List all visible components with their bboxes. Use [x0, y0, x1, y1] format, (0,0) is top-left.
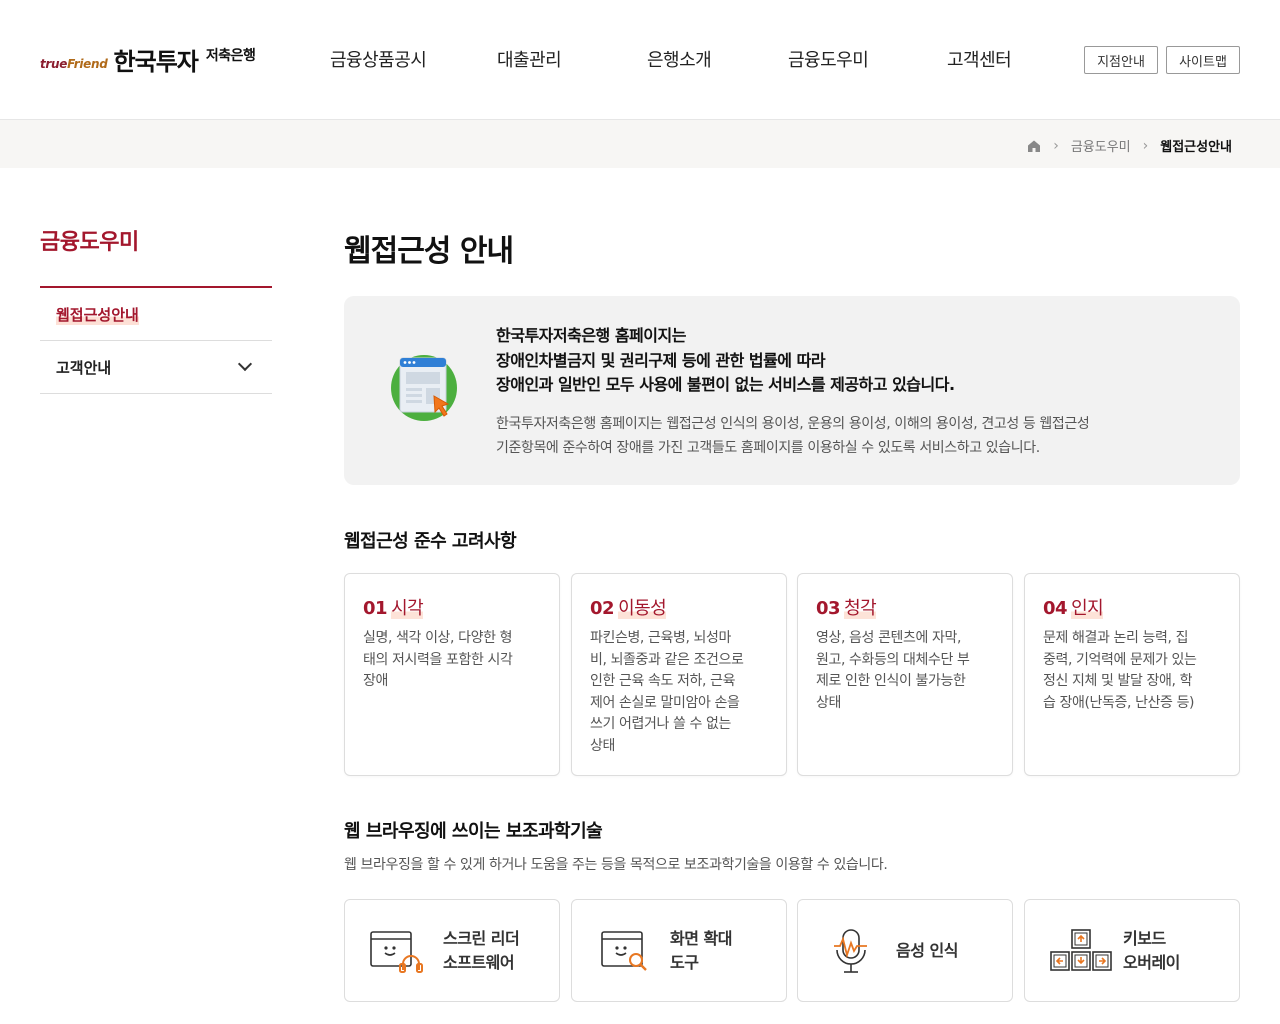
- assistive-item-label: 키보드 오버레이: [1123, 927, 1180, 975]
- logo-sub: 저축은행: [205, 48, 256, 64]
- card-title: 03 청각: [816, 594, 877, 620]
- branch-button[interactable]: 지점안내: [1084, 46, 1158, 74]
- intro-panel: 한국투자저축은행 홈페이지는 장애인차별금지 및 권리구제 등에 관한 법률에 …: [344, 296, 1240, 485]
- sidebar-item-label: 고객안내: [56, 358, 112, 377]
- consideration-card-visual: 01 시각 실명, 색각 이상, 다양한 형 태의 저시력을 포함한 시각 장애: [344, 573, 560, 776]
- sitemap-button[interactable]: 사이트맵: [1166, 46, 1240, 74]
- card-line: 제로 인한 인식이 불가능한: [816, 673, 966, 689]
- card-description: 파킨슨병, 근육병, 뇌성마 비, 뇌졸중과 같은 조건으로 인한 근육 속도 …: [590, 628, 772, 757]
- gnb-item-support[interactable]: 고객센터: [947, 46, 1012, 72]
- label-line: 음성 인식: [896, 941, 958, 960]
- gnb-item-products[interactable]: 금융상품공시: [330, 46, 427, 72]
- card-line: 인한 근육 속도 저하, 근육: [590, 673, 736, 689]
- sidebar-nav: 웹접근성안내 고객안내: [40, 286, 272, 394]
- page-title: 웹접근성 안내: [344, 234, 514, 269]
- label-line: 도구: [670, 953, 699, 972]
- card-line: 상태: [816, 694, 841, 711]
- card-number: 04: [1043, 598, 1068, 619]
- assistive-tech-title: 웹 브라우징에 쓰이는 보조과학기술: [344, 821, 603, 842]
- assistive-item-keyboard-overlay: 키보드 오버레이: [1024, 899, 1240, 1002]
- site-logo[interactable]: trueFriend 한국투자 저축은행: [40, 42, 256, 77]
- chevron-right-icon: ›: [1053, 137, 1059, 154]
- intro-description: 한국투자저축은행 홈페이지는 웹접근성 인식의 용이성, 운용의 용이성, 이해…: [496, 412, 1216, 460]
- chevron-right-icon: ›: [1142, 137, 1149, 154]
- card-line: 비, 뇌졸중과 같은 조건으로: [590, 651, 744, 668]
- card-title: 01 시각: [363, 594, 424, 620]
- intro-desc-line: 기준항목에 준수하여 장애를 가진 고객들도 홈페이지를 이용하실 수 있도록 …: [496, 440, 1040, 456]
- sidebar-item-label: 웹접근성안내: [56, 303, 139, 325]
- intro-lead-line: 장애인과 일반인 모두 사용에 불편이 없는 서비스를 제공하고 있습니다.: [496, 375, 955, 394]
- card-line: 습 장애(난독증, 난산증 등): [1043, 694, 1195, 711]
- card-line: 쓰기 어렵거나 쓸 수 없는: [590, 716, 732, 732]
- assistive-item-screen-reader: 스크린 리더 소프트웨어: [344, 899, 560, 1002]
- gnb-item-loans[interactable]: 대출관리: [497, 46, 562, 72]
- card-line: 장애: [363, 673, 388, 689]
- gnb-item-about[interactable]: 은행소개: [647, 46, 712, 72]
- card-line: 중력, 기억력에 문제가 있는: [1043, 651, 1197, 668]
- label-line: 키보드: [1123, 929, 1166, 948]
- card-label: 시각: [391, 598, 424, 619]
- label-line: 오버레이: [1123, 953, 1180, 972]
- card-number: 03: [816, 598, 841, 619]
- consideration-card-cognitive: 04 인지 문제 해결과 논리 능력, 집 중력, 기억력에 문제가 있는 정신 …: [1024, 573, 1240, 776]
- card-label: 청각: [844, 598, 877, 619]
- card-line: 정신 지체 및 발달 장애, 학: [1043, 673, 1193, 689]
- consideration-card-hearing: 03 청각 영상, 음성 콘텐츠에 자막, 원고, 수화등의 대체수단 부 제로 …: [797, 573, 1013, 776]
- card-line: 원고, 수화등의 대체수단 부: [816, 651, 970, 668]
- gnb-item-helper[interactable]: 금융도우미: [788, 46, 869, 72]
- microphone-icon: [822, 928, 880, 976]
- card-label: 인지: [1071, 598, 1104, 619]
- card-line: 제어 손실로 말미암아 손을: [590, 694, 740, 711]
- assistive-item-label: 화면 확대 도구: [670, 927, 732, 975]
- site-header: trueFriend 한국투자 저축은행 금융상품공시 대출관리 은행소개 금융…: [0, 0, 1280, 120]
- assistive-item-label: 스크린 리더 소프트웨어: [443, 927, 520, 975]
- card-title: 02 이동성: [590, 594, 667, 620]
- label-line: 스크린 리더: [443, 929, 520, 948]
- sidebar-item-accessibility[interactable]: 웹접근성안내: [40, 288, 272, 341]
- card-number: 02: [590, 598, 615, 619]
- assistive-tech-description: 웹 브라우징을 할 수 있게 하거나 도움을 주는 등을 목적으로 보조과학기술…: [344, 857, 888, 873]
- card-description: 영상, 음성 콘텐츠에 자막, 원고, 수화등의 대체수단 부 제로 인한 인식…: [816, 628, 998, 714]
- card-number: 01: [363, 598, 388, 619]
- home-icon[interactable]: [1027, 139, 1041, 153]
- chevron-down-icon: [237, 356, 253, 372]
- label-line: 화면 확대: [670, 929, 732, 948]
- intro-lead-line: 장애인차별금지 및 권리구제 등에 관한 법률에 따라: [496, 350, 826, 370]
- web-browser-icon: [390, 354, 460, 424]
- logo-brand-mark: trueFriend: [40, 57, 108, 71]
- sidebar-title: 금융도우미: [40, 230, 139, 255]
- assistive-item-magnifier: 화면 확대 도구: [571, 899, 787, 1002]
- card-line: 실명, 색각 이상, 다양한 형: [363, 630, 513, 646]
- card-line: 파킨슨병, 근육병, 뇌성마: [590, 630, 732, 646]
- logo-name: 한국투자: [113, 48, 199, 76]
- label-line: 소프트웨어: [443, 953, 515, 972]
- card-line: 상태: [590, 737, 615, 754]
- breadcrumb-bar: › 금융도우미 › 웹접근성안내: [0, 120, 1280, 168]
- card-line: 영상, 음성 콘텐츠에 자막,: [816, 630, 962, 646]
- intro-lead: 한국투자저축은행 홈페이지는 장애인차별금지 및 권리구제 등에 관한 법률에 …: [496, 324, 955, 398]
- magnifier-icon: [596, 928, 654, 976]
- breadcrumb: › 금융도우미 › 웹접근성안내: [1027, 136, 1232, 155]
- card-description: 실명, 색각 이상, 다양한 형 태의 저시력을 포함한 시각 장애: [363, 628, 545, 693]
- card-title: 04 인지: [1043, 594, 1104, 620]
- card-line: 문제 해결과 논리 능력, 집: [1043, 630, 1189, 646]
- assistive-item-voice-recognition: 음성 인식: [797, 899, 1013, 1002]
- card-line: 태의 저시력을 포함한 시각: [363, 651, 513, 668]
- consideration-card-mobility: 02 이동성 파킨슨병, 근육병, 뇌성마 비, 뇌졸중과 같은 조건으로 인한 …: [571, 573, 787, 776]
- breadcrumb-current: 웹접근성안내: [1160, 140, 1232, 155]
- considerations-title: 웹접근성 준수 고려사항: [344, 531, 517, 552]
- screen-reader-icon: [369, 928, 427, 976]
- card-description: 문제 해결과 논리 능력, 집 중력, 기억력에 문제가 있는 정신 지체 및 …: [1043, 628, 1225, 714]
- keyboard-icon: [1049, 928, 1112, 976]
- breadcrumb-item[interactable]: 금융도우미: [1071, 136, 1131, 155]
- assistive-item-label: 음성 인식: [896, 939, 958, 963]
- sidebar-item-customer-guide[interactable]: 고객안내: [40, 341, 272, 394]
- intro-desc-line: 한국투자저축은행 홈페이지는 웹접근성 인식의 용이성, 운용의 용이성, 이해…: [496, 416, 1090, 432]
- intro-lead-line: 한국투자저축은행 홈페이지는: [496, 326, 686, 345]
- card-label: 이동성: [618, 598, 667, 619]
